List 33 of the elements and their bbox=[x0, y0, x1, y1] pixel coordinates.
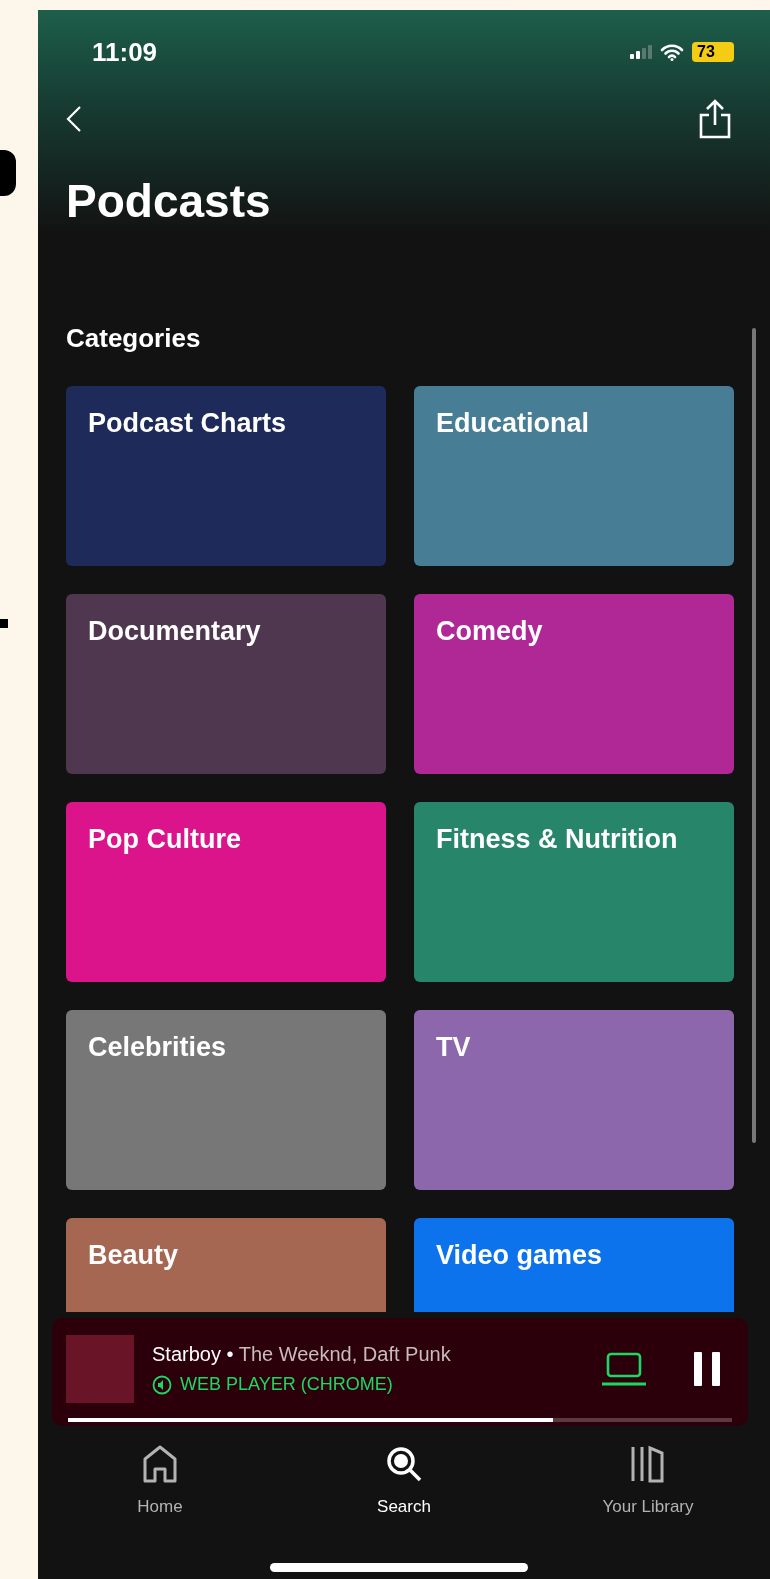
section-title: Categories bbox=[66, 323, 202, 354]
home-icon bbox=[142, 1445, 178, 1483]
category-card[interactable]: Comedy bbox=[414, 594, 734, 774]
nav-tab[interactable]: Search bbox=[282, 1443, 526, 1579]
category-card[interactable]: Beauty bbox=[66, 1218, 386, 1312]
now-playing-bar[interactable]: Starboy • The Weeknd, Daft Punk WEB PLAYER (CHROME) bbox=[52, 1318, 748, 1426]
category-card[interactable]: Educational bbox=[414, 386, 734, 566]
signal-icon bbox=[630, 45, 652, 59]
device-name: WEB PLAYER (CHROME) bbox=[180, 1374, 393, 1395]
battery-indicator: 73 bbox=[692, 42, 734, 62]
nav-tab[interactable]: Your Library bbox=[526, 1443, 770, 1579]
share-icon[interactable] bbox=[698, 99, 732, 139]
library-icon bbox=[630, 1445, 666, 1483]
category-card[interactable]: Pop Culture bbox=[66, 802, 386, 982]
category-card[interactable]: Fitness & Nutrition bbox=[414, 802, 734, 982]
search-icon bbox=[385, 1445, 423, 1483]
laptop-icon[interactable] bbox=[602, 1351, 646, 1387]
category-card[interactable]: Video games bbox=[414, 1218, 734, 1312]
status-time: 11:09 bbox=[92, 36, 158, 68]
cropped-text-fragment bbox=[0, 150, 16, 196]
category-card[interactable]: TV bbox=[414, 1010, 734, 1190]
speaker-icon bbox=[152, 1374, 172, 1395]
pause-icon[interactable] bbox=[694, 1352, 720, 1386]
back-icon[interactable] bbox=[66, 105, 82, 133]
category-card[interactable]: Celebrities bbox=[66, 1010, 386, 1190]
page-title: Podcasts bbox=[66, 178, 272, 224]
nav-tab[interactable]: Home bbox=[38, 1443, 282, 1579]
wifi-icon bbox=[660, 43, 684, 61]
track-title: Starboy • The Weeknd, Daft Punk bbox=[152, 1343, 452, 1366]
category-card[interactable]: Podcast Charts bbox=[66, 386, 386, 566]
album-art-placeholder bbox=[66, 1335, 134, 1403]
category-card[interactable]: Documentary bbox=[66, 594, 386, 774]
text-fragment bbox=[0, 619, 8, 628]
